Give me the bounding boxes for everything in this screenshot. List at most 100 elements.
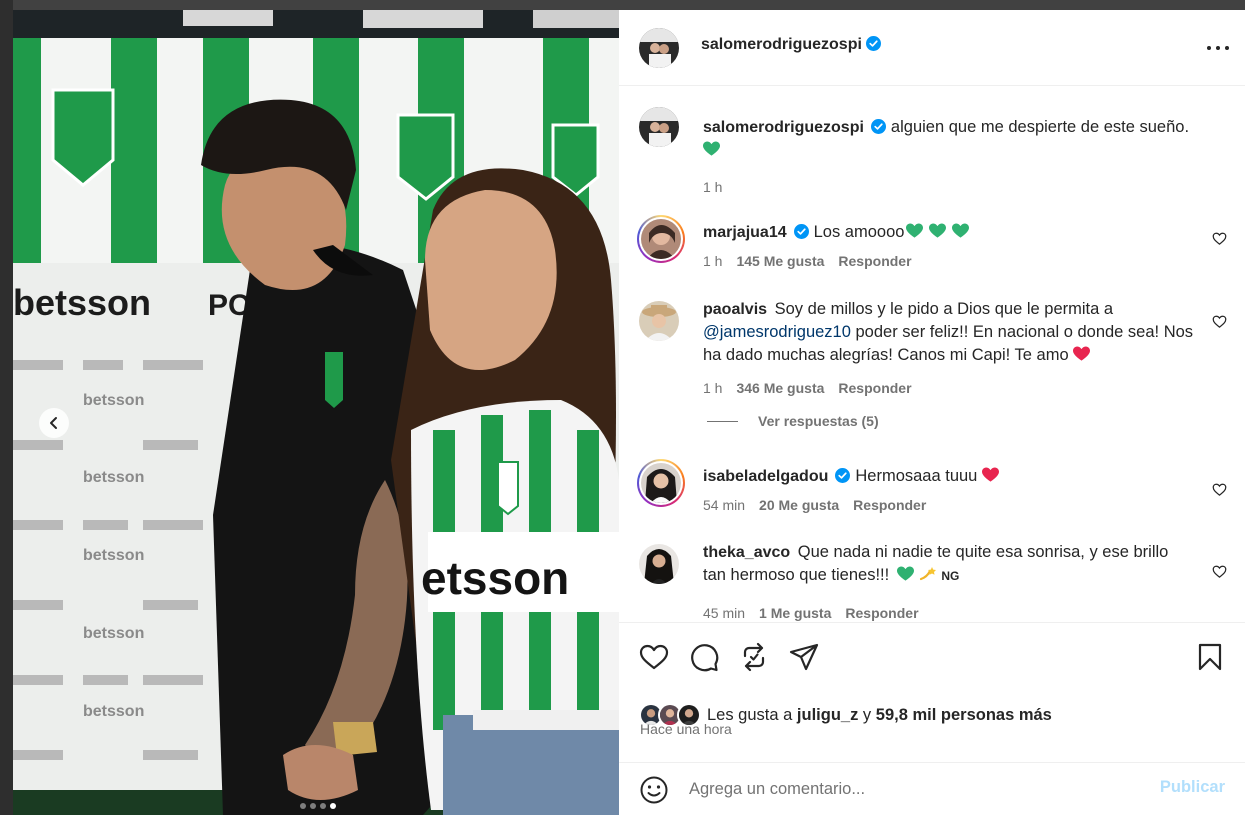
comment-icon[interactable] (689, 642, 719, 672)
comment-meta: 1 h 145 Me gusta Responder (703, 253, 912, 269)
carousel-dot (300, 803, 306, 809)
comment-body: theka_avco Que nada ni nadie te quite es… (703, 541, 1195, 588)
wall-logo-text: betsson (83, 469, 144, 486)
likes-others-link[interactable]: 59,8 mil personas más (876, 706, 1052, 725)
modal-backdrop-left (0, 0, 13, 815)
share-icon[interactable] (789, 642, 819, 672)
more-options-dot (1225, 46, 1229, 50)
wall-logo-text: betsson (83, 392, 144, 409)
author-username[interactable]: salomerodriguezospi (701, 36, 862, 53)
verified-badge-icon (835, 468, 851, 483)
green-heart-emoji-icon (929, 223, 947, 238)
mention-link[interactable]: @jamesrodriguez10 (703, 323, 851, 341)
comment-meta: 1 h 346 Me gusta Responder (703, 380, 912, 396)
comment-likes[interactable]: 20 Me gusta (759, 497, 839, 513)
post-actions: Les gusta a juligu_z y 59,8 mil personas… (619, 622, 1245, 762)
caption-username[interactable]: salomerodriguezospi (703, 119, 864, 136)
carousel-dot (320, 803, 326, 809)
more-options-icon (1207, 46, 1211, 50)
post-header: salomerodriguezospi (619, 10, 1245, 86)
comment-likes[interactable]: 145 Me gusta (736, 253, 824, 269)
comment-likes[interactable]: 1 Me gusta (759, 605, 831, 621)
more-options-dot (1216, 46, 1220, 50)
story-ring[interactable] (637, 459, 685, 507)
red-heart-emoji-icon (1073, 346, 1091, 361)
carousel-dot-active (330, 803, 336, 809)
pink-heart-emoji-icon (981, 467, 999, 482)
comment-meta: 54 min 20 Me gusta Responder (703, 497, 926, 513)
verified-badge-icon (865, 36, 881, 51)
verified-badge-icon (793, 224, 809, 239)
emoji-icon[interactable] (639, 775, 669, 805)
woman-figure: etsson (391, 168, 619, 815)
caption-text: alguien que me despierte de este sueño. (890, 118, 1190, 136)
caption-body: salomerodriguezospi alguien que me despie… (703, 116, 1195, 162)
green-heart-emoji-icon (703, 141, 720, 156)
story-ring[interactable] (637, 215, 685, 263)
comment-likes[interactable]: 346 Me gusta (736, 380, 824, 396)
comment-time: 45 min (703, 605, 746, 621)
comment-composer: Publicar (619, 762, 1245, 815)
comment-username[interactable]: marjajua14 (703, 224, 787, 241)
reply-button[interactable]: Responder (838, 380, 911, 396)
comment-text: Hermosaaa tuuu (855, 467, 978, 485)
comment-body: marjajua14 Los amoooo (703, 221, 1195, 244)
chevron-left-icon (50, 417, 57, 429)
reply-button[interactable]: Responder (838, 253, 911, 269)
carousel-dot (310, 803, 316, 809)
comment-time: 1 h (703, 380, 723, 396)
comment-meta: 45 min 1 Me gusta Responder (703, 605, 919, 621)
like-comment-heart-icon[interactable] (1212, 231, 1227, 246)
comment-avatar (641, 463, 681, 503)
like-comment-heart-icon[interactable] (1212, 314, 1227, 329)
comment-avatar (641, 219, 681, 259)
comment-avatar[interactable] (639, 301, 679, 341)
more-options-button[interactable] (1207, 38, 1229, 58)
comment-body: paoalvis Soy de millos y le pido a Dios … (703, 298, 1195, 367)
view-replies-button[interactable]: Ver respuestas (5) (707, 413, 879, 429)
wall-logo-text: betsson (83, 547, 144, 564)
reply-button[interactable]: Responder (845, 605, 918, 621)
reply-button[interactable]: Responder (853, 497, 926, 513)
green-heart-emoji-icon (896, 566, 914, 581)
comment-username[interactable]: isabeladelgadou (703, 468, 828, 485)
carousel-indicator (300, 803, 336, 809)
carousel-prev-button[interactable] (39, 408, 69, 438)
likes-user[interactable]: juligu_z (797, 706, 858, 725)
post-time[interactable]: Hace una hora (640, 721, 732, 737)
modal-backdrop-top (0, 0, 1245, 10)
heart-icon[interactable] (639, 642, 669, 672)
comment-username[interactable]: theka_avco (703, 544, 790, 561)
author-avatar[interactable] (639, 28, 679, 68)
wall-logo-text: betsson (83, 625, 144, 642)
sponsor-wall-text: betsson (13, 282, 151, 323)
view-replies-label: Ver respuestas (5) (758, 413, 879, 429)
caption-time: 1 h (703, 179, 723, 195)
post-photo: betsson POSTOBON betsson betsson betsson… (13, 10, 619, 815)
wall-logo-text: betsson (83, 703, 144, 720)
likes-connector: y (862, 705, 872, 724)
comment-body: isabeladelgadou Hermosaaa tuuu (703, 465, 1195, 488)
comment-input[interactable] (689, 773, 1129, 805)
comment-time: 1 h (703, 253, 723, 269)
comment-avatar[interactable] (639, 544, 679, 584)
like-comment-heart-icon[interactable] (1212, 564, 1227, 579)
green-heart-emoji-icon (906, 223, 924, 238)
comments-list: salomerodriguezospi alguien que me despie… (619, 87, 1245, 622)
publish-button[interactable]: Publicar (1160, 778, 1225, 797)
photo-illustration: betsson POSTOBON betsson betsson betsson… (13, 10, 619, 815)
comment-text: Los amoooo (813, 223, 905, 241)
bookmark-icon[interactable] (1195, 642, 1225, 672)
caption-meta: 1 h (703, 179, 722, 195)
verified-badge-icon (870, 119, 886, 134)
like-comment-heart-icon[interactable] (1212, 482, 1227, 497)
author-avatar[interactable] (639, 107, 679, 147)
view-replies-divider (707, 420, 738, 422)
post-side-panel: salomerodriguezospi salomerodriguezospi a… (619, 10, 1245, 815)
dizzy-emoji-icon (919, 567, 936, 581)
comment-time: 54 min (703, 497, 746, 513)
repost-icon[interactable] (739, 642, 769, 672)
comment-username[interactable]: paoalvis (703, 301, 767, 318)
jersey-sponsor-text: etsson (421, 552, 569, 604)
green-heart-emoji-icon (952, 223, 970, 238)
